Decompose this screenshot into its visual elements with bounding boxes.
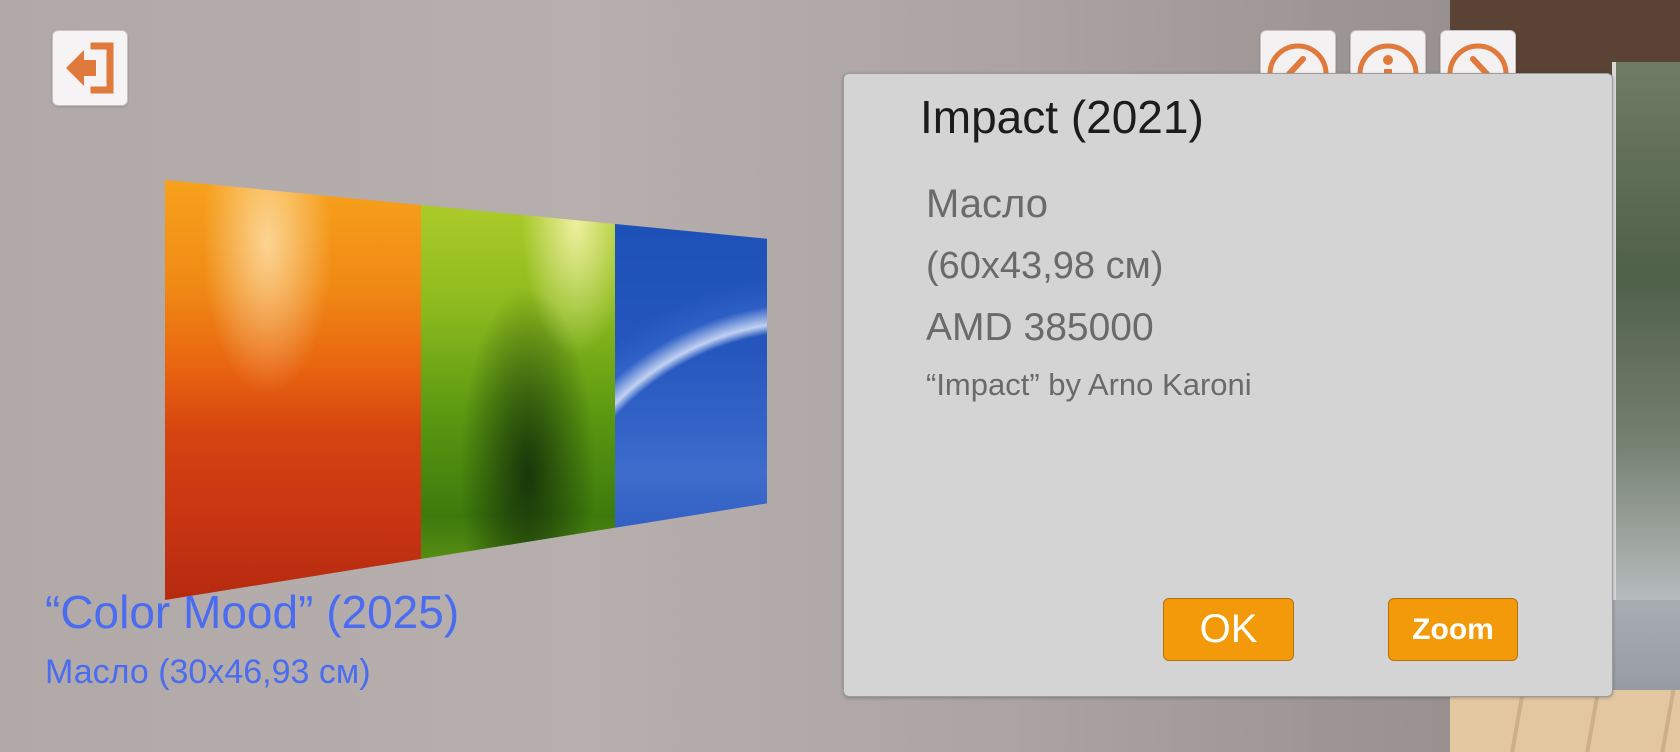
artwork-medium: Масло bbox=[926, 182, 1049, 226]
scene-window bbox=[1612, 62, 1680, 602]
scene-wooden-floor bbox=[1450, 690, 1680, 752]
dialog-title: Impact (2021) bbox=[920, 91, 1204, 143]
painting-panel-blue bbox=[615, 180, 767, 600]
painting-panel-orange bbox=[165, 180, 421, 600]
exit-icon bbox=[66, 42, 114, 94]
artwork-caption: “Impact” by Arno Karoni bbox=[926, 367, 1252, 402]
artwork-info-dialog: Impact (2021) Масло (60x43,98 см) AMD 38… bbox=[843, 73, 1613, 697]
artwork-size: (60x43,98 см) bbox=[926, 245, 1164, 287]
artwork-price: AMD 385000 bbox=[926, 306, 1154, 349]
exit-button[interactable] bbox=[52, 30, 128, 106]
zoom-button[interactable]: Zoom bbox=[1388, 598, 1518, 661]
painting-panel-green bbox=[421, 180, 615, 600]
ok-button[interactable]: OK bbox=[1163, 598, 1294, 661]
artwork-title: “Color Mood” (2025) bbox=[45, 586, 460, 638]
painting-artwork[interactable] bbox=[165, 180, 767, 600]
artwork-details: Масло (30x46,93 см) bbox=[45, 653, 371, 691]
